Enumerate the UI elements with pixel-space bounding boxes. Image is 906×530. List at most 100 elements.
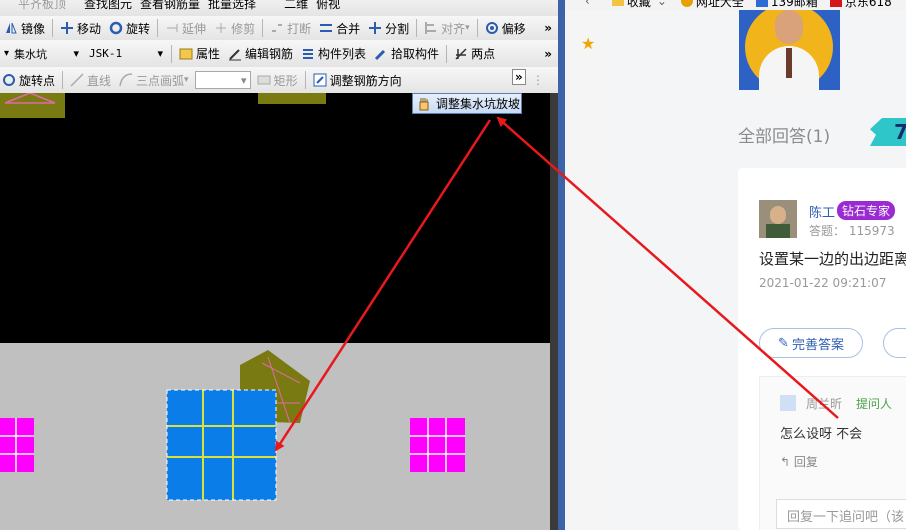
toolbar3-more-button[interactable]: »	[540, 43, 556, 65]
view-rebar-qty-button[interactable]: 查看钢筋量	[136, 0, 204, 14]
rotate-icon	[109, 21, 123, 35]
move-icon	[60, 21, 74, 35]
break-button[interactable]: 打断	[266, 17, 315, 39]
adjust-rebar-icon	[313, 73, 327, 87]
two-points-label: 两点	[471, 47, 496, 61]
edit-icon: ✎	[778, 335, 789, 351]
rotate-button[interactable]: 旋转	[105, 17, 154, 39]
adjust-sump-slope-menu-item[interactable]: 调整集水坑放坡	[412, 93, 522, 114]
hand-icon	[417, 97, 431, 111]
toolbar2-more-button[interactable]: »	[540, 17, 556, 39]
extend-button[interactable]: 延伸	[161, 17, 210, 39]
merge-icon	[319, 21, 333, 35]
line-button[interactable]: 直线	[66, 69, 115, 91]
offset-icon	[485, 21, 499, 35]
properties-label: 属性	[196, 47, 221, 61]
trim-button[interactable]: 修剪	[210, 17, 259, 39]
merge-button[interactable]: 合并	[315, 17, 364, 39]
rect-button[interactable]: 矩形	[253, 69, 302, 91]
rotate-point-button[interactable]: 旋转点	[0, 69, 59, 91]
favorites-label: 收藏	[626, 0, 651, 9]
selected-sump-pit[interactable]	[166, 389, 277, 501]
toolbar-row-3: ▾ 集水坑 ▾ JSK-1 ▾ 属性 编辑钢筋 构件列表 拾取构件 两点 »	[0, 40, 558, 68]
extend-icon	[165, 21, 179, 35]
chevron-down-icon: ▾	[241, 73, 247, 87]
commenter-name[interactable]: 周兰昕	[806, 395, 842, 412]
mirror-button[interactable]: 镜像	[0, 17, 49, 39]
answerer-avatar[interactable]	[759, 200, 797, 238]
answer-card: 陈工 钻石专家 答题： 115973 设置某一边的出边距离 2021-01-22…	[738, 168, 906, 530]
batch-select-button[interactable]: 批量选择	[204, 0, 260, 14]
rect-label: 矩形	[273, 73, 298, 88]
component-list-label: 构件列表	[318, 47, 367, 61]
rect-icon	[257, 73, 271, 87]
toolbar4-more-button[interactable]: »	[512, 69, 526, 85]
trim-icon	[214, 21, 228, 35]
offset-button[interactable]: 偏移	[481, 17, 530, 39]
properties-button[interactable]: 属性	[175, 43, 224, 65]
face	[775, 10, 803, 44]
qa-content: 全部回答(1) 7 陈工 钻石专家 答题： 115973 设置某一边的出边距离 …	[605, 10, 906, 530]
bookmark-site2[interactable]: 139邮箱	[755, 0, 818, 10]
window-border	[558, 0, 565, 530]
chevron-down-icon: ▾	[73, 47, 79, 60]
pencil-icon	[228, 47, 242, 61]
toolbar-row-1: 平齐板顶 查找图元 查看钢筋量 批量选择 二维 俯视	[0, 0, 558, 17]
site3-label: 京东618	[844, 0, 892, 9]
answer-time: 2021-01-22 09:21:07	[759, 276, 887, 290]
comment-block: 周兰昕 提问人 怎么设呀 不会 ↰ 回复 回复一下追问吧（该	[759, 376, 906, 530]
break-icon	[270, 21, 284, 35]
answer-text: 设置某一边的出边距离	[759, 250, 906, 268]
component-value: JSK-1	[89, 47, 123, 60]
olive-shape-top	[258, 93, 326, 104]
align-label: 对齐	[441, 21, 466, 36]
olive-shape-left	[0, 93, 65, 118]
bookmark-site3[interactable]: 京东618	[829, 0, 892, 10]
site1-label: 网址大全	[695, 0, 744, 9]
separator	[304, 71, 306, 89]
arc-button[interactable]: 三点画弧 ▾	[115, 69, 193, 91]
two-points-button[interactable]: 两点	[450, 43, 499, 65]
expert-badge: 钻石专家	[837, 201, 896, 220]
adjust-rebar-direction-button[interactable]: 调整钢筋方向	[309, 69, 406, 91]
favorites-item[interactable]: 收藏 ⌄	[611, 0, 667, 10]
view-2d-select[interactable]: 二维	[280, 0, 312, 14]
split-button[interactable]: 分割	[364, 17, 413, 39]
separator	[171, 44, 172, 63]
second-action-button[interactable]	[883, 328, 906, 358]
magenta-grid-right	[410, 418, 465, 472]
answerer-name[interactable]: 陈工	[809, 202, 835, 221]
move-button[interactable]: 移动	[56, 17, 105, 39]
expert-banner	[739, 10, 840, 90]
toolbar1-item[interactable]: 平齐板顶	[14, 0, 70, 14]
browser-side-panel: ★	[565, 10, 606, 530]
site3-icon	[829, 0, 842, 7]
site2-label: 139邮箱	[770, 0, 818, 9]
pick-component-button[interactable]: 拾取构件	[370, 43, 443, 65]
view-top-select[interactable]: 俯视	[312, 0, 344, 14]
component-select[interactable]: JSK-1 ▾	[86, 45, 166, 63]
reply-input[interactable]: 回复一下追问吧（该	[776, 499, 906, 529]
component-list-button[interactable]: 构件列表	[297, 43, 370, 65]
draw-mode-select[interactable]: ▾	[194, 71, 251, 89]
arc-icon	[119, 73, 133, 87]
edit-rebar-button[interactable]: 编辑钢筋	[224, 43, 297, 65]
improve-answer-label: 完善答案	[791, 337, 844, 353]
improve-answer-button[interactable]: ✎ 完善答案	[759, 328, 863, 358]
back-icon[interactable]: ‹	[585, 0, 590, 8]
canvas-scrollbar[interactable]	[550, 93, 558, 530]
trim-label: 修剪	[231, 21, 256, 36]
category-select[interactable]: ▾ 集水坑 ▾	[2, 45, 82, 63]
reply-link[interactable]: ↰ 回复	[780, 453, 818, 470]
separator	[62, 71, 64, 89]
reply-icon: ↰	[780, 455, 791, 469]
category-value: 集水坑	[14, 47, 47, 61]
site2-icon	[755, 0, 768, 7]
browser-window: ‹ 收藏 ⌄ 网址大全 139邮箱 京东618 ★ 全部回答(1) 7 陈工 钻…	[565, 0, 906, 530]
align-button[interactable]: 对齐 ▾	[420, 17, 474, 39]
star-icon[interactable]: ★	[581, 34, 595, 53]
pick-component-label: 拾取构件	[391, 47, 440, 61]
find-element-button[interactable]: 查找图元	[80, 0, 136, 14]
separator	[446, 44, 448, 63]
bookmark-site1[interactable]: 网址大全	[680, 0, 744, 10]
